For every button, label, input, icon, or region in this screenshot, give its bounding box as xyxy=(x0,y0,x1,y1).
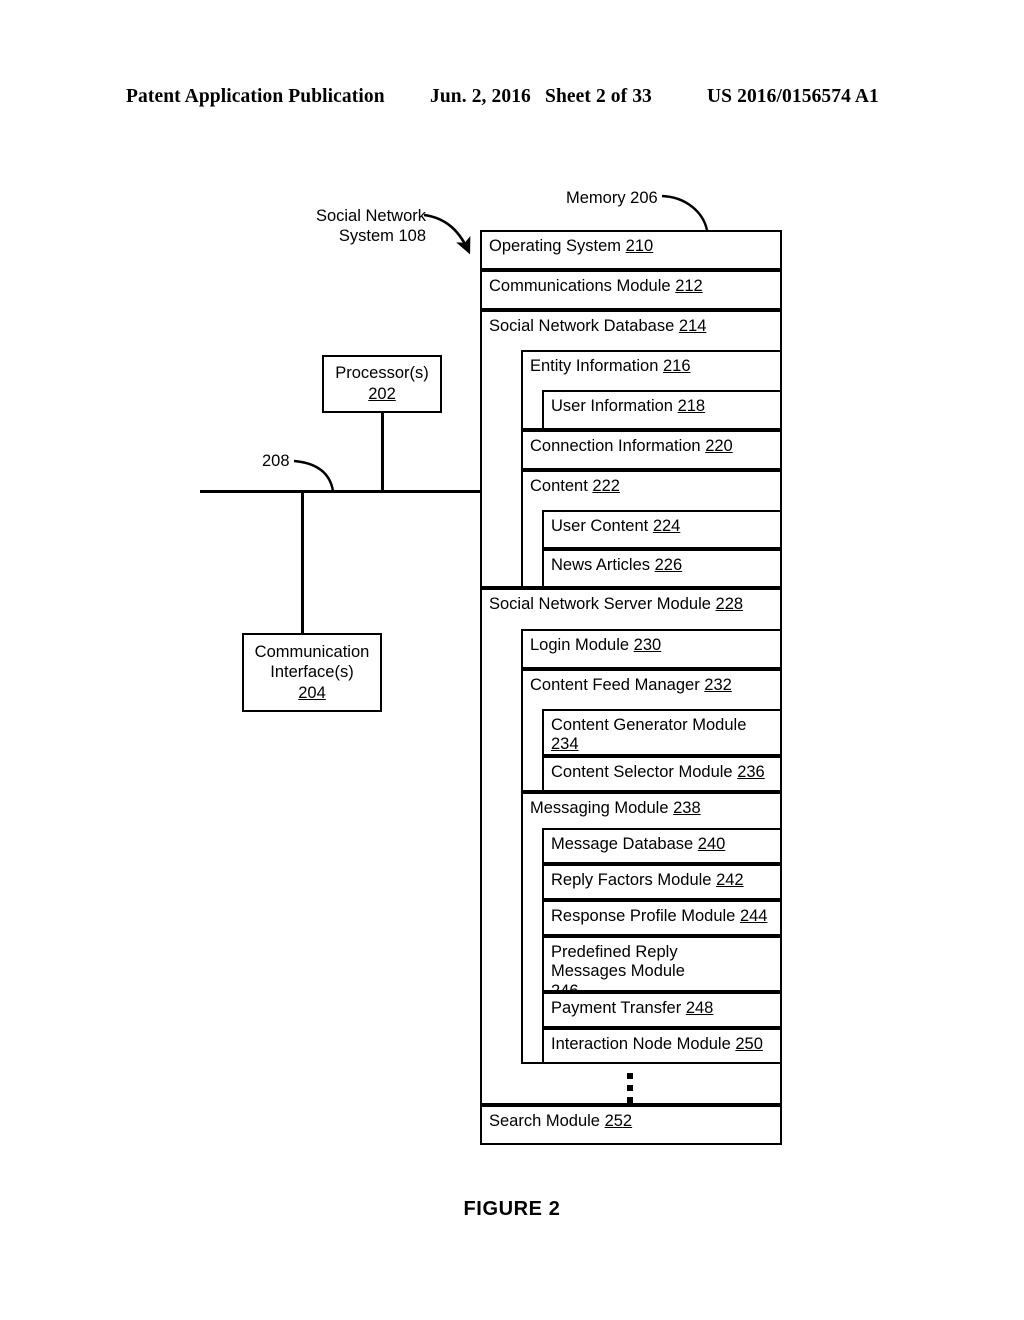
communication-interface-label-line1: Communication xyxy=(254,642,370,661)
row-label-predefined-reply-messages-module: Predefined Reply Messages Module xyxy=(551,943,685,981)
memory-row-content-selector-module: Content Selector Module 236 xyxy=(542,756,782,792)
row-refnum-operating-system: 210 xyxy=(625,237,654,255)
row-label-message-database: Message Database xyxy=(551,835,694,853)
processor-box: Processor(s) 202 xyxy=(322,355,442,413)
communication-interface-refnum: 204 xyxy=(298,683,326,702)
memory-row-news-articles: News Articles 226 xyxy=(542,549,782,588)
row-label-social-network-server-module: Social Network Server Module xyxy=(489,595,711,613)
row-label-user-content: User Content xyxy=(551,517,649,535)
ellipsis-dot xyxy=(627,1097,633,1103)
row-refnum-connection-information: 220 xyxy=(705,437,733,455)
leader-line-memory xyxy=(661,194,709,231)
memory-row-reply-factors-module: Reply Factors Module 242 xyxy=(542,864,782,900)
row-refnum-reply-factors-module: 242 xyxy=(716,871,744,889)
row-refnum-login-module: 230 xyxy=(633,636,662,654)
row-refnum-social-network-server-module: 228 xyxy=(715,595,744,613)
row-label-payment-transfer: Payment Transfer xyxy=(551,999,682,1017)
row-refnum-user-content: 224 xyxy=(652,517,681,535)
vertical-ellipsis-icon xyxy=(626,1073,634,1103)
ellipsis-dot xyxy=(627,1073,633,1079)
row-label-news-articles: News Articles xyxy=(551,556,651,574)
callout-social-network-system: Social Network System 108 xyxy=(298,207,426,247)
memory-row-message-database: Message Database 240 xyxy=(542,828,782,864)
memory-row-operating-system: Operating System 210 xyxy=(480,230,782,270)
processor-label: Processor(s) xyxy=(335,364,429,383)
leader-arrow-social-network-system xyxy=(423,213,471,255)
memory-row-user-information: User Information 218 xyxy=(542,390,782,430)
row-label-entity-information: Entity Information xyxy=(530,357,659,375)
bus-stub-communication-interface xyxy=(301,490,304,635)
row-refnum-messaging-module: 238 xyxy=(673,799,701,817)
row-label-content-feed-manager: Content Feed Manager xyxy=(530,676,700,694)
row-label-response-profile-module: Response Profile Module xyxy=(551,907,736,925)
row-refnum-search-module: 252 xyxy=(604,1112,633,1130)
row-refnum-response-profile-module: 244 xyxy=(739,907,768,925)
row-label-operating-system: Operating System xyxy=(489,237,622,255)
row-refnum-user-information: 218 xyxy=(677,397,706,415)
bus-line-horizontal xyxy=(200,490,482,493)
row-refnum-message-database: 240 xyxy=(697,835,726,853)
communication-interface-box: Communication Interface(s) 204 xyxy=(242,633,382,712)
row-refnum-communications-module: 212 xyxy=(675,277,703,295)
row-label-messaging-module: Messaging Module xyxy=(530,799,669,817)
row-refnum-content: 222 xyxy=(592,477,620,495)
memory-row-response-profile-module: Response Profile Module 244 xyxy=(542,900,782,936)
row-label-interaction-node-module: Interaction Node Module xyxy=(551,1035,731,1053)
memory-row-login-module: Login Module 230 xyxy=(521,629,782,669)
row-label-connection-information: Connection Information xyxy=(530,437,701,455)
row-label-content: Content xyxy=(530,477,588,495)
memory-row-communications-module: Communications Module 212 xyxy=(480,270,782,310)
row-refnum-interaction-node-module: 250 xyxy=(735,1035,763,1053)
ellipsis-dot xyxy=(627,1085,633,1091)
row-refnum-payment-transfer: 248 xyxy=(685,999,714,1017)
row-label-search-module: Search Module xyxy=(489,1112,600,1130)
callout-social-network-system-line1: Social Network xyxy=(315,207,426,225)
row-label-content-selector-module: Content Selector Module xyxy=(551,763,733,781)
memory-row-search-module: Search Module 252 xyxy=(480,1105,782,1145)
figure-caption: FIGURE 2 xyxy=(463,1198,561,1220)
row-label-content-generator-module: Content Generator Module xyxy=(551,716,747,734)
row-label-login-module: Login Module xyxy=(530,636,630,654)
communication-interface-label-line2: Interface(s) xyxy=(270,663,354,682)
row-refnum-content-feed-manager: 232 xyxy=(704,676,732,694)
row-refnum-content-selector-module: 236 xyxy=(737,763,765,781)
bus-stub-processor xyxy=(381,413,384,492)
leader-line-bus xyxy=(293,459,335,492)
memory-row-user-content: User Content 224 xyxy=(542,510,782,549)
memory-row-predefined-reply-messages-module: Predefined Reply Messages Module 246 xyxy=(542,936,782,1000)
row-label-communications-module: Communications Module xyxy=(489,277,671,295)
row-label-social-network-database: Social Network Database xyxy=(489,317,675,335)
processor-refnum: 202 xyxy=(368,385,396,403)
memory-row-interaction-node-module: Interaction Node Module 250 xyxy=(542,1028,782,1064)
row-refnum-social-network-database: 214 xyxy=(678,317,707,335)
callout-social-network-system-line2: System 108 xyxy=(338,226,426,245)
callout-bus-208: 208 xyxy=(262,452,290,470)
row-label-user-information: User Information xyxy=(551,397,673,415)
memory-row-connection-information: Connection Information 220 xyxy=(521,430,782,470)
callout-memory: Memory 206 xyxy=(566,189,658,207)
row-refnum-entity-information: 216 xyxy=(662,357,691,375)
memory-row-payment-transfer: Payment Transfer 248 xyxy=(542,992,782,1028)
row-refnum-content-generator-module: 234 xyxy=(551,735,579,754)
row-refnum-news-articles: 226 xyxy=(654,556,683,574)
memory-row-content-generator-module: Content Generator Module 234 xyxy=(542,709,782,756)
row-label-reply-factors-module: Reply Factors Module xyxy=(551,871,712,889)
figure-2-diagram: Social Network System 108 Memory 206 208… xyxy=(0,0,1024,1320)
